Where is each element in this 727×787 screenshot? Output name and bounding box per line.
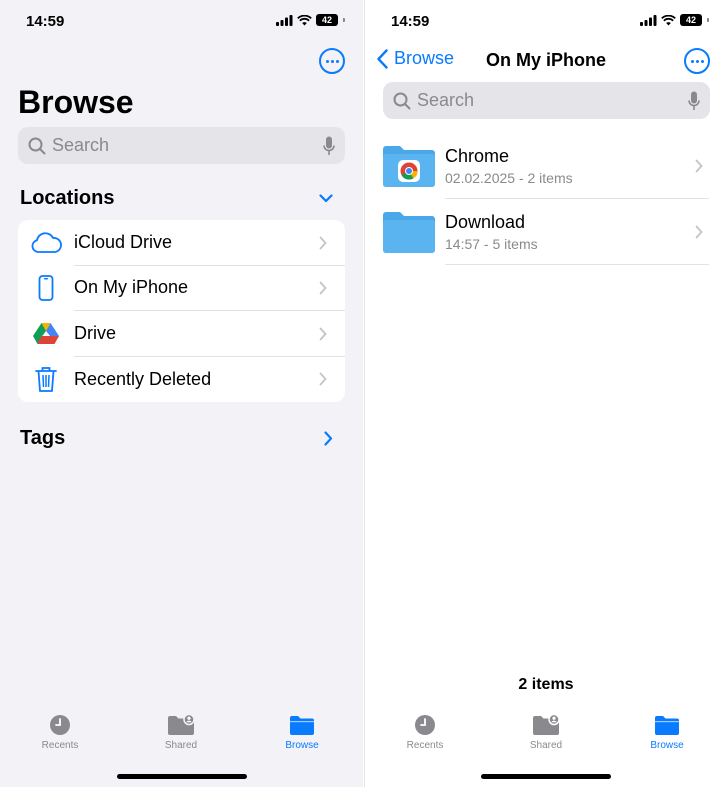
tab-label: Browse [650, 740, 684, 751]
chevron-right-icon [695, 159, 703, 173]
tags-title: Tags [20, 426, 66, 449]
search-icon [28, 137, 46, 154]
location-label: iCloud Drive [74, 220, 345, 266]
folder-icon [383, 211, 435, 253]
chevron-right-icon [319, 327, 327, 341]
battery-level: 42 [685, 15, 696, 25]
status-time: 14:59 [391, 13, 430, 30]
chevron-right-icon [319, 236, 327, 250]
location-label: On My iPhone [74, 266, 345, 311]
battery-icon: 42 [680, 14, 702, 26]
chevron-right-icon[interactable] [324, 430, 333, 446]
location-item-drive[interactable]: Drive [18, 311, 345, 357]
microphone-icon[interactable] [688, 91, 700, 111]
chevron-right-icon [695, 225, 703, 239]
chevron-right-icon [319, 281, 327, 295]
tab-label: Shared [164, 740, 198, 751]
clock-icon [415, 715, 435, 735]
cellular-signal-icon [640, 14, 657, 26]
search-input[interactable] [52, 135, 323, 156]
status-bar: 14:59 42 [365, 0, 727, 44]
cellular-signal-icon [276, 14, 293, 26]
on-my-iphone-screen: 14:59 42 Browse On My iPhone Chrome 02.0… [364, 0, 727, 787]
tab-label: Recents [41, 740, 79, 751]
file-row-download[interactable]: Download 14:57 - 5 items [383, 199, 709, 265]
file-name: Download [445, 211, 526, 232]
folder-icon [655, 716, 679, 735]
search-icon [393, 92, 411, 109]
shared-folder-icon [533, 714, 560, 735]
tags-header[interactable]: Tags [20, 423, 333, 453]
nav-title: On My iPhone [485, 50, 606, 70]
iphone-icon [18, 275, 74, 302]
wifi-icon [661, 14, 676, 25]
clock-icon [50, 715, 70, 735]
search-input[interactable] [417, 90, 688, 111]
file-meta: 14:57 - 5 items [445, 235, 538, 252]
microphone-icon[interactable] [323, 136, 335, 156]
location-item-on-my-iphone[interactable]: On My iPhone [18, 266, 345, 311]
tab-label: Browse [285, 740, 319, 751]
tab-label: Recents [406, 740, 444, 751]
location-item-recently-deleted[interactable]: Recently Deleted [18, 357, 345, 403]
locations-header[interactable]: Locations [20, 183, 333, 213]
tab-browse[interactable]: Browse [627, 714, 707, 751]
tab-browse[interactable]: Browse [262, 714, 342, 751]
wifi-icon [297, 14, 312, 25]
chevron-down-icon[interactable] [319, 193, 333, 203]
status-icons: 42 [276, 14, 345, 26]
tab-bar: Recents Shared Browse [365, 714, 727, 760]
search-bar[interactable] [18, 127, 345, 164]
file-row-chrome[interactable]: Chrome 02.02.2025 - 2 items [383, 133, 709, 199]
battery-level: 42 [321, 15, 332, 25]
tab-bar: Recents Shared Browse [0, 714, 363, 760]
home-indicator[interactable] [116, 774, 247, 779]
navigation-bar: Browse On My iPhone [365, 44, 727, 78]
trash-icon [18, 366, 74, 393]
status-bar: 14:59 42 [0, 0, 363, 44]
tab-recents[interactable]: Recents [385, 714, 465, 751]
search-bar[interactable] [383, 82, 710, 119]
tab-recents[interactable]: Recents [20, 714, 100, 751]
chrome-folder-icon [383, 145, 435, 187]
browse-screen: 14:59 42 Browse Locations iCloud Drive [0, 0, 363, 787]
file-meta: 02.02.2025 - 2 items [445, 169, 573, 186]
tab-shared[interactable]: Shared [506, 714, 586, 751]
page-title: Browse [18, 84, 134, 120]
locations-list: iCloud Drive On My iPhone Drive Recently… [18, 220, 345, 402]
status-time: 14:59 [26, 13, 65, 30]
battery-icon: 42 [316, 14, 338, 26]
location-item-icloud-drive[interactable]: iCloud Drive [18, 220, 345, 266]
chevron-right-icon [319, 372, 327, 386]
item-count: 2 items [518, 676, 574, 693]
location-label: Drive [74, 311, 345, 357]
google-drive-icon [18, 322, 74, 345]
tab-shared[interactable]: Shared [141, 714, 221, 751]
shared-folder-icon [168, 714, 195, 735]
status-icons: 42 [640, 14, 709, 26]
locations-title: Locations [20, 186, 115, 209]
location-label: Recently Deleted [74, 368, 212, 389]
icloud-icon [18, 232, 74, 254]
folder-icon [290, 716, 314, 735]
tab-label: Shared [529, 740, 563, 751]
more-options-button[interactable] [684, 48, 710, 74]
home-indicator[interactable] [481, 774, 611, 779]
more-options-button[interactable] [319, 48, 345, 74]
file-name: Chrome [445, 145, 510, 166]
